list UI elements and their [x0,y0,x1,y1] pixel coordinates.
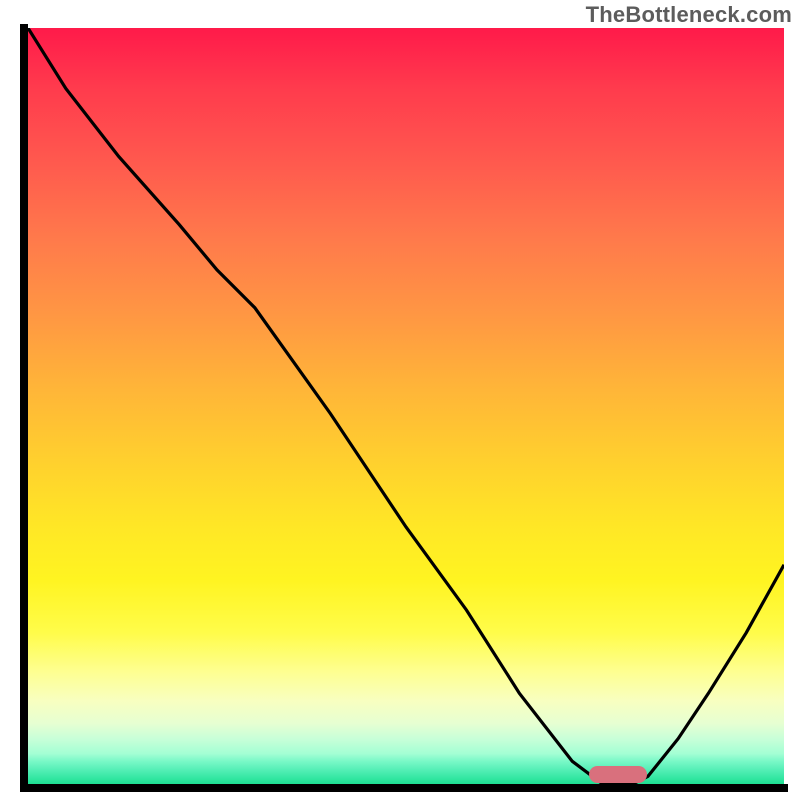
x-axis [20,784,788,792]
gradient-plot-background [28,28,784,784]
optimum-marker [589,766,647,783]
y-axis [20,24,28,788]
watermark-text: TheBottleneck.com [586,2,792,28]
